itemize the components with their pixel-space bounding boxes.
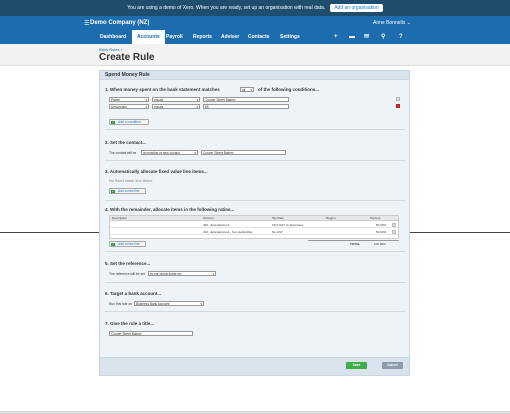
- section-title: 5. Set the reference...: [105, 261, 151, 266]
- section-title: 7. Give the rule a title...: [105, 321, 155, 326]
- add-line-label: Add a new line: [118, 242, 140, 246]
- table-header: Description Account Tax Rate Region Perc…: [110, 216, 398, 221]
- col-account: Account: [203, 216, 214, 220]
- contact-input[interactable]: Cooper Street Bakery: [201, 150, 286, 155]
- user-name: Anne Bonnells: [373, 20, 406, 26]
- nav-reports[interactable]: Reports: [193, 30, 212, 44]
- contact-label: The contact will be: [109, 151, 137, 155]
- plus-icon: +: [111, 120, 115, 124]
- delete-condition-icon[interactable]: [396, 104, 400, 108]
- page-title: Create Rule: [99, 52, 155, 63]
- row-tax: No GST: [272, 230, 283, 234]
- add-condition-button[interactable]: + Add a condition: [109, 119, 149, 125]
- row-percent: 50.00%: [376, 223, 387, 227]
- bank-account-label: Run this rule on: [109, 302, 133, 306]
- demo-banner: You are using a demo of Xero. When you a…: [0, 0, 510, 16]
- nav-accounts[interactable]: Accounts: [132, 30, 165, 44]
- table-row[interactable]: 424 - Entertainment - Non deductible No …: [110, 229, 398, 235]
- section-title: 3. Automatically allocate fixed value li…: [105, 169, 208, 174]
- org-bar: ☰ Demo Company (NZ) Anne Bonnells ⌄: [0, 16, 510, 30]
- total-label: TOTAL: [350, 242, 360, 246]
- table-row[interactable]: 420 - Entertainment 15% GST on Expenses …: [110, 222, 398, 228]
- col-percent: Percent: [370, 216, 381, 220]
- condition-field-select[interactable]: Payee: [109, 97, 149, 102]
- row-percent: 50.00%: [376, 230, 387, 234]
- col-description: Description: [112, 216, 128, 220]
- nav-contacts[interactable]: Contacts: [248, 30, 269, 44]
- divider: [105, 160, 405, 161]
- delete-row-icon[interactable]: [392, 230, 396, 234]
- demo-banner-text: You are using a demo of Xero. When you a…: [127, 5, 326, 11]
- main-nav: Dashboard Accounts Payroll Reports Advis…: [0, 30, 510, 44]
- nav-adviser[interactable]: Adviser: [221, 30, 239, 44]
- rule-card: Spend Money Rule 1. When money spent on …: [99, 70, 410, 376]
- contact-mode-select[interactable]: an existing or new contact: [141, 150, 198, 155]
- add-line-label: Add a new line: [118, 189, 140, 193]
- nav-payroll[interactable]: Payroll: [166, 30, 183, 44]
- divider: [105, 200, 405, 201]
- nav-dashboard[interactable]: Dashboard: [100, 30, 126, 44]
- empty-message: No fixed value line items: [109, 178, 153, 183]
- row-account: 420 - Entertainment: [203, 223, 230, 227]
- add-ratio-line-button[interactable]: + Add a new line: [109, 241, 146, 247]
- add-icon[interactable]: +: [334, 30, 338, 44]
- condition-operator-select[interactable]: equals: [152, 97, 200, 102]
- notifications-icon[interactable]: ✉: [364, 30, 369, 44]
- files-icon[interactable]: ▬: [349, 30, 355, 44]
- col-tax-rate: Tax Rate: [272, 216, 284, 220]
- condition-value-input[interactable]: Cooper Street Bakery: [203, 97, 289, 102]
- delete-row-icon[interactable]: [392, 223, 396, 227]
- divider: [105, 251, 405, 252]
- ratio-table: Description Account Tax Rate Region Perc…: [109, 215, 399, 239]
- condition-field-select[interactable]: Description: [109, 104, 149, 109]
- condition-value-input[interactable]: $5: [203, 104, 289, 109]
- user-menu[interactable]: Anne Bonnells ⌄: [373, 20, 411, 26]
- add-fixed-line-button[interactable]: + Add a new line: [109, 188, 146, 194]
- row-tax: 15% GST on Expenses: [272, 223, 304, 227]
- delete-condition-icon[interactable]: [396, 97, 400, 101]
- section-title: 6. Target a bank account...: [105, 291, 162, 296]
- section-title: 2. Set the contact...: [105, 140, 147, 145]
- page-header: Bank Rules › Create Rule: [0, 44, 510, 66]
- row-account: 424 - Entertainment - Non deductible: [203, 230, 253, 234]
- org-name[interactable]: Demo Company (NZ): [90, 20, 149, 26]
- help-icon[interactable]: ?: [399, 30, 403, 44]
- card-title: Spend Money Rule: [100, 71, 409, 80]
- total-value: 100.00%: [374, 242, 386, 246]
- divider: [410, 232, 510, 233]
- condition-operator-select[interactable]: equals: [152, 104, 200, 109]
- section-title: 4. With the remainder, allocate items in…: [105, 207, 235, 212]
- bank-account-select[interactable]: Business Bank Account: [134, 301, 204, 306]
- reference-select[interactable]: by me during bank rec: [148, 271, 216, 276]
- divider: [0, 232, 99, 233]
- nav-settings[interactable]: Settings: [280, 30, 300, 44]
- add-condition-label: Add a condition: [118, 120, 141, 124]
- reference-label: The reference will be set: [109, 272, 145, 276]
- rule-title-input[interactable]: Cooper Street Bakery: [109, 331, 193, 336]
- search-icon[interactable]: ⚲: [381, 30, 385, 44]
- divider: [105, 129, 405, 130]
- total-rule: [308, 240, 399, 241]
- plus-icon: +: [111, 189, 115, 193]
- org-menu-icon[interactable]: ☰: [84, 20, 89, 27]
- save-button[interactable]: Save: [346, 362, 367, 369]
- plus-icon: +: [111, 242, 115, 246]
- cancel-button[interactable]: Cancel: [382, 362, 403, 369]
- divider: [105, 311, 405, 312]
- chevron-down-icon: ⌄: [406, 20, 411, 26]
- match-select[interactable]: all: [240, 87, 254, 92]
- section-title-suffix: of the following conditions...: [258, 87, 319, 92]
- divider: [105, 282, 405, 283]
- section-title: 1. When money spent on the bank statemen…: [105, 87, 220, 92]
- add-organisation-button[interactable]: Add an organisation: [330, 4, 383, 12]
- col-region: Region: [326, 216, 336, 220]
